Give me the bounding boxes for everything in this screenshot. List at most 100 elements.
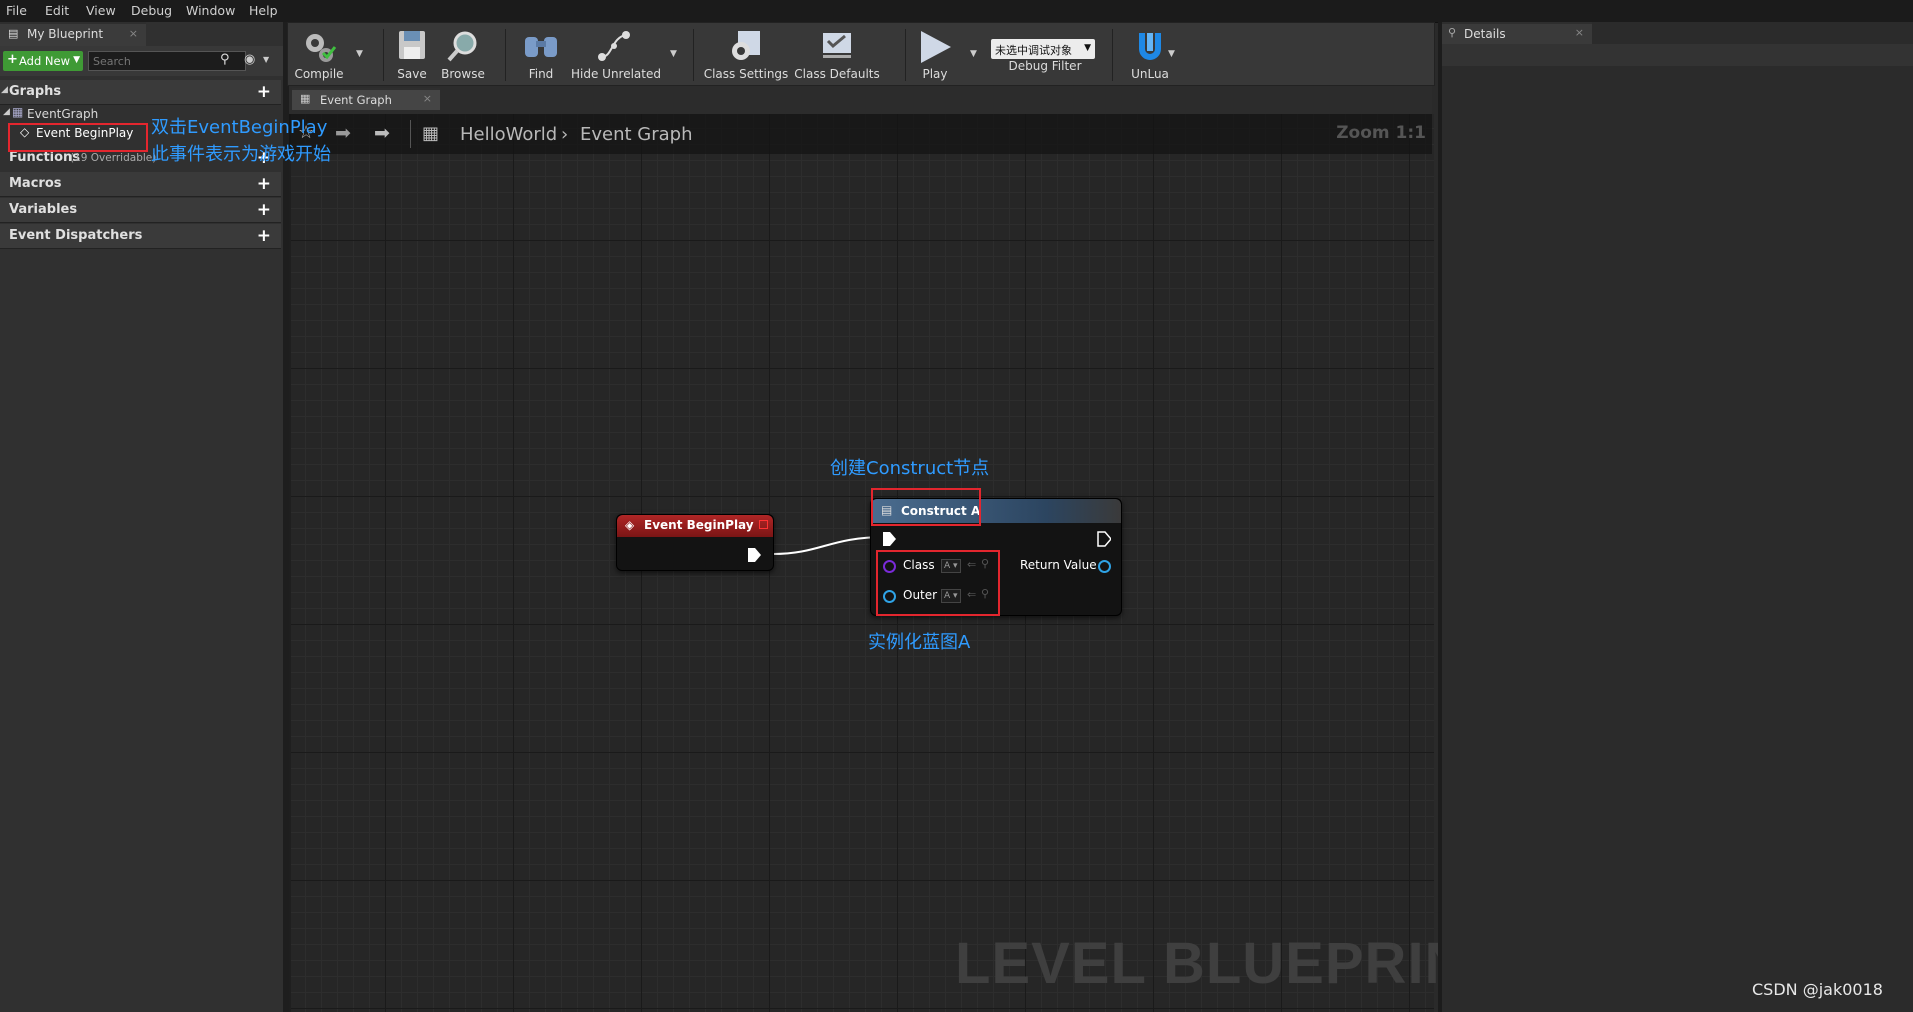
debug-object-value: 未选中调试对象 bbox=[995, 44, 1072, 57]
highlight-construct-title bbox=[871, 488, 981, 526]
exec-output-pin[interactable] bbox=[747, 547, 761, 563]
section-variables[interactable]: Variables + bbox=[0, 198, 281, 223]
binoculars-icon bbox=[525, 37, 557, 57]
section-macros[interactable]: Macros + bbox=[0, 172, 281, 197]
menu-debug[interactable]: Debug bbox=[131, 3, 172, 18]
details-tab-strip bbox=[1442, 44, 1913, 66]
graph-icon: ▦ bbox=[422, 123, 440, 144]
forward-arrow-icon[interactable]: ➡ bbox=[374, 122, 390, 144]
chevron-down-icon[interactable]: ▼ bbox=[356, 49, 363, 59]
graph-icon: ▦ bbox=[12, 105, 24, 119]
expand-arrow-icon: ◢ bbox=[1, 85, 8, 95]
node-header: ◈ Event BeginPlay bbox=[617, 515, 773, 537]
section-event-dispatchers[interactable]: Event Dispatchers + bbox=[0, 224, 281, 249]
level-blueprint-watermark: LEVEL BLUEPRINT bbox=[955, 931, 1504, 996]
class-settings-icon bbox=[732, 31, 760, 60]
back-arrow-icon[interactable]: ➡︎ bbox=[335, 122, 351, 144]
details-search-icon: ⚲ bbox=[1448, 26, 1457, 39]
chevron-down-icon[interactable]: ▼ bbox=[1168, 49, 1175, 59]
section-label: Event Dispatchers bbox=[9, 228, 143, 243]
hide-unrelated-label: Hide Unrelated bbox=[570, 67, 661, 81]
panel-toolbar: + Add New ▼ ⚲ ◉ ▼ bbox=[0, 46, 283, 76]
tab-event-graph[interactable]: ▦ Event Graph × bbox=[292, 88, 440, 110]
tab-label: My Blueprint bbox=[27, 27, 104, 41]
close-icon[interactable]: × bbox=[129, 27, 138, 40]
hide-unrelated-button[interactable]: Hide Unrelated bbox=[570, 23, 662, 85]
tab-my-blueprint[interactable]: ▤ My Blueprint × bbox=[0, 22, 146, 46]
add-new-button[interactable]: + Add New ▼ bbox=[3, 51, 83, 71]
expand-arrow-icon: ◢ bbox=[3, 107, 10, 117]
highlight-event-beginplay bbox=[8, 123, 148, 152]
play-button[interactable]: Play bbox=[910, 23, 960, 85]
breadcrumb-root[interactable]: HelloWorld bbox=[460, 124, 557, 145]
chevron-down-icon[interactable]: ▼ bbox=[263, 55, 269, 64]
unlua-label: UnLua bbox=[1131, 67, 1169, 81]
find-label: Find bbox=[528, 67, 554, 81]
section-label: Graphs bbox=[9, 84, 62, 99]
event-diamond-icon: ◈ bbox=[625, 518, 635, 532]
tree-item-label: EventGraph bbox=[27, 107, 99, 121]
compile-label: Compile bbox=[294, 67, 344, 81]
my-blueprint-panel: ▤ My Blueprint × + Add New ▼ ⚲ ◉ ▼ ◢ Gra… bbox=[0, 22, 283, 1012]
highlight-class-outer-pins bbox=[876, 550, 1000, 616]
return-value-label: Return Value bbox=[1020, 558, 1097, 572]
overridable-count: (19 Overridable) bbox=[70, 152, 157, 164]
chevron-down-icon: ▼ bbox=[73, 55, 80, 65]
save-button[interactable]: Save bbox=[390, 23, 434, 85]
graph-navigation-bar: ☆ ➡︎ ➡ ▦ HelloWorld › Event Graph Zoom 1… bbox=[289, 114, 1432, 154]
compile-gears-icon bbox=[306, 34, 337, 62]
blueprint-icon: ▤ bbox=[8, 27, 19, 40]
menu-help[interactable]: Help bbox=[249, 3, 278, 18]
section-label: Macros bbox=[9, 176, 62, 191]
save-icon bbox=[399, 31, 425, 59]
save-label: Save bbox=[397, 67, 427, 81]
details-panel: ⚲ Details × bbox=[1438, 22, 1913, 1012]
exec-output-pin[interactable] bbox=[1097, 531, 1111, 547]
add-variable-icon[interactable]: + bbox=[257, 200, 271, 220]
section-graphs[interactable]: ◢ Graphs + bbox=[0, 80, 281, 105]
menu-file[interactable]: File bbox=[6, 3, 27, 18]
eye-icon[interactable]: ◉ bbox=[244, 52, 255, 67]
exec-input-pin[interactable] bbox=[882, 531, 896, 547]
close-icon[interactable]: × bbox=[1575, 26, 1584, 39]
breadcrumb-separator-icon: › bbox=[561, 124, 569, 145]
search-icon: ⚲ bbox=[220, 52, 230, 67]
add-macro-icon[interactable]: + bbox=[257, 174, 271, 194]
unlua-icon bbox=[1139, 33, 1161, 60]
menu-window[interactable]: Window bbox=[186, 3, 235, 18]
class-settings-button[interactable]: Class Settings bbox=[702, 23, 790, 85]
tab-details[interactable]: ⚲ Details × bbox=[1442, 22, 1592, 44]
annotation-game-start: 此事件表示为游戏开始 bbox=[151, 144, 331, 165]
return-value-pin-icon[interactable] bbox=[1098, 560, 1111, 573]
magnifier-icon bbox=[447, 31, 477, 62]
add-new-label: Add New bbox=[19, 54, 71, 68]
find-button[interactable]: Find bbox=[514, 23, 568, 85]
annotation-instantiate: 实例化蓝图A bbox=[868, 632, 971, 653]
chevron-down-icon[interactable]: ▼ bbox=[670, 49, 677, 59]
node-event-beginplay[interactable]: ◈ Event BeginPlay bbox=[616, 514, 774, 571]
browse-button[interactable]: Browse bbox=[436, 23, 490, 85]
add-graph-icon[interactable]: + bbox=[257, 82, 271, 102]
menu-bar: File Edit View Debug Window Help bbox=[0, 0, 1913, 23]
toolbar: Compile ▼ Save Browse Find Hide Unrelate… bbox=[287, 22, 1435, 86]
chevron-down-icon[interactable]: ▼ bbox=[970, 49, 977, 59]
plus-icon: + bbox=[7, 52, 18, 67]
add-dispatcher-icon[interactable]: + bbox=[257, 226, 271, 246]
class-defaults-button[interactable]: Class Defaults bbox=[794, 23, 880, 85]
graph-canvas[interactable] bbox=[289, 114, 1434, 1012]
compile-button[interactable]: Compile bbox=[290, 23, 348, 85]
menu-view[interactable]: View bbox=[86, 3, 116, 18]
close-icon[interactable]: × bbox=[423, 92, 432, 105]
annotation-create-construct: 创建Construct节点 bbox=[830, 458, 990, 479]
annotation-double-click: 双击EventBeginPlay bbox=[151, 117, 328, 138]
delegate-pin-icon[interactable] bbox=[759, 520, 768, 529]
debug-object-select[interactable]: 未选中调试对象 ▼ bbox=[991, 39, 1095, 59]
graph-tab-strip bbox=[289, 86, 1432, 114]
menu-edit[interactable]: Edit bbox=[45, 3, 69, 18]
browse-label: Browse bbox=[441, 67, 485, 81]
zoom-level: Zoom 1:1 bbox=[1336, 123, 1426, 143]
class-defaults-icon bbox=[823, 33, 851, 58]
node-title: Event BeginPlay bbox=[644, 518, 754, 532]
class-settings-label: Class Settings bbox=[703, 67, 789, 81]
play-label: Play bbox=[922, 67, 948, 81]
